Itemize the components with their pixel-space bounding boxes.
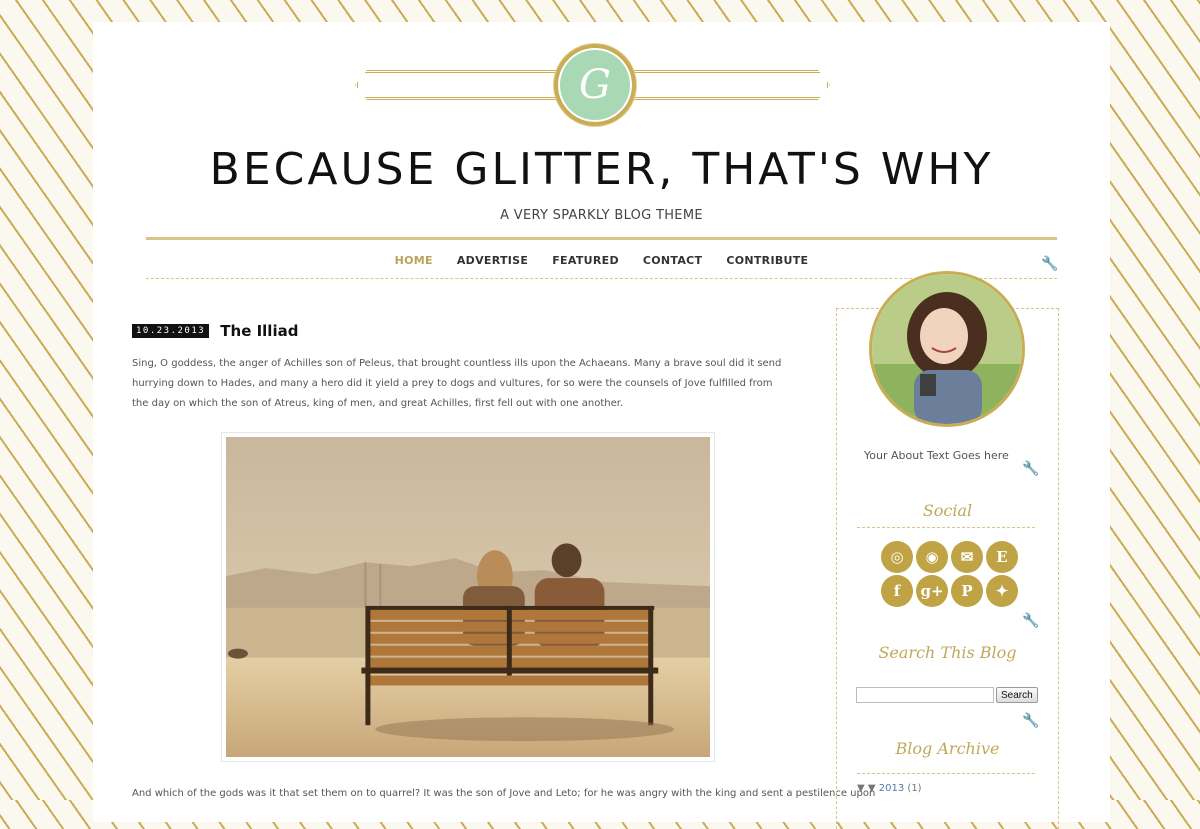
site-tagline: A VERY SPARKLY BLOG THEME [500, 208, 703, 223]
archive-year-link[interactable]: 2013 [879, 783, 904, 794]
edit-wrench-icon[interactable]: 🔧 [1041, 256, 1058, 272]
edit-search-wrench-icon[interactable]: 🔧 [1022, 713, 1039, 729]
post-body: Sing, O goddess, the anger of Achilles s… [132, 357, 782, 409]
post-image [221, 432, 715, 762]
about-text: Your About Text Goes here [864, 449, 1009, 462]
author-photo [872, 274, 1022, 424]
logo-monogram: G [554, 44, 636, 126]
nav-divider [146, 237, 1057, 240]
sidebar: Your About Text Goes here 🔧 Social ◎ ◉ ✉… [836, 271, 1059, 829]
edit-about-wrench-icon[interactable]: 🔧 [1022, 461, 1039, 477]
nav-contact[interactable]: CONTACT [631, 254, 714, 267]
search-input[interactable] [856, 687, 994, 703]
archive-divider [857, 773, 1035, 774]
pinterest-icon[interactable]: P [951, 575, 983, 607]
archive-year-row: ▼ ▼ 2013 (1) [857, 783, 922, 794]
social-divider [857, 527, 1035, 528]
nav-advertise[interactable]: ADVERTISE [445, 254, 540, 267]
site-title[interactable]: BECAUSE GLITTER, THAT'S WHY [93, 144, 1110, 195]
edit-social-wrench-icon[interactable]: 🔧 [1022, 613, 1039, 629]
social-widget-title: Social [922, 501, 973, 520]
post-title[interactable]: The Illiad [220, 322, 298, 340]
google-plus-icon[interactable]: g+ [916, 575, 948, 607]
search-form: Search [856, 687, 1038, 703]
etsy-icon[interactable]: E [986, 541, 1018, 573]
rss-icon[interactable]: ◉ [916, 541, 948, 573]
nav-contribute[interactable]: CONTRIBUTE [714, 254, 820, 267]
site-logo[interactable]: G [355, 44, 830, 134]
author-avatar [869, 271, 1025, 427]
twitter-icon[interactable]: ✦ [986, 575, 1018, 607]
page-container: G BECAUSE GLITTER, THAT'S WHY A VERY SPA… [93, 22, 1110, 829]
post-header: 10.23.2013 The Illiad [132, 320, 792, 340]
archive-widget-title: Blog Archive [895, 739, 1000, 758]
facebook-icon[interactable]: f [881, 575, 913, 607]
archive-year-count: (1) [907, 783, 922, 794]
search-widget-title: Search This Blog [878, 643, 1017, 662]
archive-toggle-icon[interactable]: ▼ [857, 783, 865, 794]
instagram-icon[interactable]: ◎ [881, 541, 913, 573]
social-icon-grid: ◎ ◉ ✉ E f g+ P ✦ [881, 541, 1021, 607]
blog-post: 10.23.2013 The Illiad Sing, O goddess, t… [132, 320, 875, 799]
nav-featured[interactable]: FEATURED [540, 254, 631, 267]
nav-home[interactable]: HOME [383, 254, 445, 267]
logo-letter: G [579, 62, 611, 108]
archive-toggle-icon-2[interactable]: ▼ [868, 783, 876, 794]
main-nav: HOME ADVERTISE FEATURED CONTACT CONTRIBU… [146, 242, 1057, 279]
search-button[interactable]: Search [996, 687, 1038, 703]
email-icon[interactable]: ✉ [951, 541, 983, 573]
post-body-continued: And which of the gods was it that set th… [132, 788, 876, 799]
post-date: 10.23.2013 [132, 323, 210, 338]
couple-on-bench-photo [226, 437, 710, 757]
